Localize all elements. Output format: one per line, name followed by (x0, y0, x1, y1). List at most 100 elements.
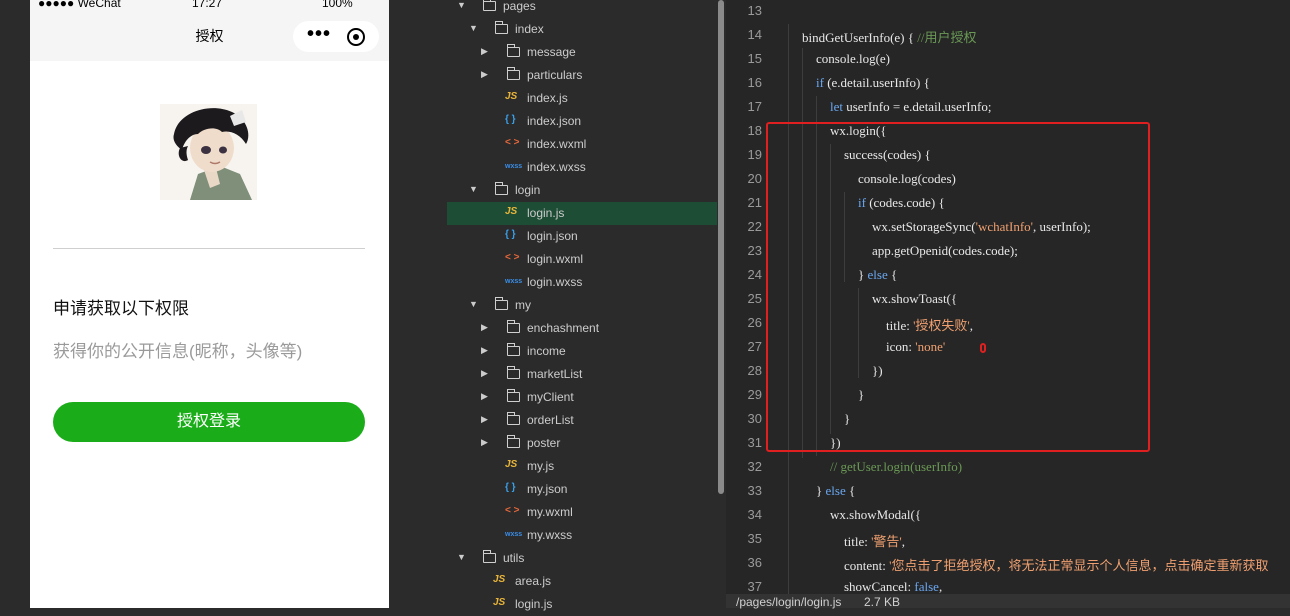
tree-item-label: login.wxss (527, 275, 583, 289)
code-line[interactable]: } else { (816, 483, 855, 499)
code-line[interactable]: title: '警告', (844, 531, 905, 550)
code-line[interactable]: } (858, 387, 864, 403)
code-line[interactable]: } (844, 411, 850, 427)
tree-item-label: login.js (527, 206, 565, 220)
folder-icon (507, 366, 520, 379)
code-line[interactable]: } else { (858, 267, 897, 283)
code-token: , (969, 318, 974, 333)
tree-folder[interactable]: ▶ income (447, 340, 717, 363)
chevron-right-icon[interactable]: ▶ (481, 414, 488, 425)
code-line[interactable]: if (e.detail.userInfo) { (816, 75, 930, 91)
close-miniprogram-icon[interactable] (347, 28, 365, 46)
code-line[interactable]: }) (830, 435, 841, 451)
tree-item-label: my (515, 298, 531, 312)
chevron-right-icon[interactable]: ▶ (481, 345, 488, 356)
tree-folder[interactable]: ▶ orderList (447, 409, 717, 432)
folder-icon (507, 389, 520, 402)
chevron-right-icon[interactable]: ▶ (481, 69, 488, 80)
tree-file[interactable]: wxss my.wxss (447, 524, 717, 547)
tree-file[interactable]: wxss index.wxss (447, 156, 717, 179)
code-line[interactable]: showCancel: false, (844, 579, 942, 594)
tree-item-label: particulars (527, 68, 583, 82)
tree-file[interactable]: JS my.js (447, 455, 717, 478)
chevron-down-icon[interactable]: ▼ (469, 23, 478, 33)
code-token: wx.showModal({ (830, 507, 922, 522)
chevron-down-icon[interactable]: ▼ (457, 0, 466, 10)
tree-file[interactable]: JS area.js (447, 570, 717, 593)
phone-simulator: ●●●●● WeChat 17:27 100% 授权 ••• 申请获取以下权限 … (30, 0, 389, 608)
code-line[interactable]: }) (872, 363, 883, 379)
code-line[interactable]: wx.setStorageSync('wchatInfo', userInfo)… (872, 219, 1091, 235)
tree-item-label: pages (503, 0, 536, 13)
scrollbar-thumb[interactable] (718, 0, 724, 494)
chevron-right-icon[interactable]: ▶ (481, 437, 488, 448)
tree-folder[interactable]: ▼ login (447, 179, 717, 202)
chevron-right-icon[interactable]: ▶ (481, 46, 488, 57)
code-line[interactable]: wx.showModal({ (830, 507, 921, 523)
tree-folder[interactable]: ▶ myClient (447, 386, 717, 409)
code-line[interactable]: let userInfo = e.detail.userInfo; (830, 99, 991, 115)
line-number: 32 (747, 459, 762, 474)
tree-folder[interactable]: ▶ enchashment (447, 317, 717, 340)
line-number: 17 (747, 99, 762, 114)
tree-file[interactable]: < > login.wxml (447, 248, 717, 271)
code-line[interactable]: title: '授权失败', (886, 315, 973, 334)
tree-file[interactable]: JS login.js (447, 202, 717, 225)
more-icon[interactable]: ••• (307, 23, 331, 46)
code-line[interactable]: icon: 'none' (886, 339, 945, 355)
tree-folder[interactable]: ▼ index (447, 18, 717, 41)
code-line[interactable]: bindGetUserInfo(e) { //用户授权 (802, 27, 977, 46)
code-token: showCancel: (844, 579, 915, 594)
tree-file[interactable]: < > index.wxml (447, 133, 717, 156)
code-line[interactable]: wx.showToast({ (872, 291, 957, 307)
chevron-right-icon[interactable]: ▶ (481, 391, 488, 402)
tree-file[interactable]: JS login.js (447, 593, 717, 616)
code-token: bindGetUserInfo(e) { (802, 30, 918, 45)
code-token: }) (830, 435, 841, 450)
chevron-down-icon[interactable]: ▼ (469, 299, 478, 309)
permission-title: 申请获取以下权限 (53, 299, 189, 318)
tree-item-label: utils (503, 551, 525, 565)
tree-folder[interactable]: ▼ my (447, 294, 717, 317)
line-number: 34 (747, 507, 762, 522)
line-number: 22 (747, 219, 762, 234)
code-line[interactable]: app.getOpenid(codes.code); (872, 243, 1018, 259)
file-tree-scrollbar[interactable] (717, 0, 726, 608)
tree-folder[interactable]: ▼ utils (447, 547, 717, 570)
tree-file[interactable]: wxss login.wxss (447, 271, 717, 294)
folder-icon (507, 44, 520, 57)
code-line[interactable]: success(codes) { (844, 147, 931, 163)
line-number: 15 (747, 51, 762, 66)
tree-file[interactable]: { } login.json (447, 225, 717, 248)
tree-file[interactable]: { } my.json (447, 478, 717, 501)
tree-folder[interactable]: ▶ poster (447, 432, 717, 455)
tree-file[interactable]: < > my.wxml (447, 501, 717, 524)
line-number: 31 (747, 435, 762, 450)
chevron-right-icon[interactable]: ▶ (481, 368, 488, 379)
tree-item-label: income (527, 344, 566, 358)
tree-folder[interactable]: ▶ message (447, 41, 717, 64)
battery-label: 100% (322, 0, 353, 10)
permission-description: 获得你的公开信息(昵称，头像等) (53, 342, 303, 361)
line-number: 28 (747, 363, 762, 378)
chevron-down-icon[interactable]: ▼ (457, 552, 466, 562)
tree-folder[interactable]: ▼ pages (447, 0, 717, 18)
code-line[interactable]: content: '您点击了拒绝授权，将无法正常显示个人信息，点击确定重新获取 (844, 555, 1268, 574)
code-token: console.log(e) (816, 51, 891, 66)
tree-file[interactable]: { } index.json (447, 110, 717, 133)
chevron-down-icon[interactable]: ▼ (469, 184, 478, 194)
chevron-right-icon[interactable]: ▶ (481, 322, 488, 333)
code-line[interactable]: // getUser.login(userInfo) (830, 459, 962, 475)
authorize-login-button[interactable]: 授权登录 (53, 402, 365, 442)
line-number: 33 (747, 483, 762, 498)
code-token: false (914, 579, 939, 594)
tree-folder[interactable]: ▶ particulars (447, 64, 717, 87)
code-line[interactable]: console.log(codes) (858, 171, 956, 187)
tree-file[interactable]: JS index.js (447, 87, 717, 110)
tree-folder[interactable]: ▶ marketList (447, 363, 717, 386)
js-file-icon: JS (505, 91, 518, 102)
code-line[interactable]: if (codes.code) { (858, 195, 945, 211)
code-line[interactable]: console.log(e) (816, 51, 890, 67)
code-line[interactable]: wx.login({ (830, 123, 886, 139)
code-editor[interactable]: 13 14 bindGetUserInfo(e) { //用户授权 15 console… (726, 0, 1290, 594)
